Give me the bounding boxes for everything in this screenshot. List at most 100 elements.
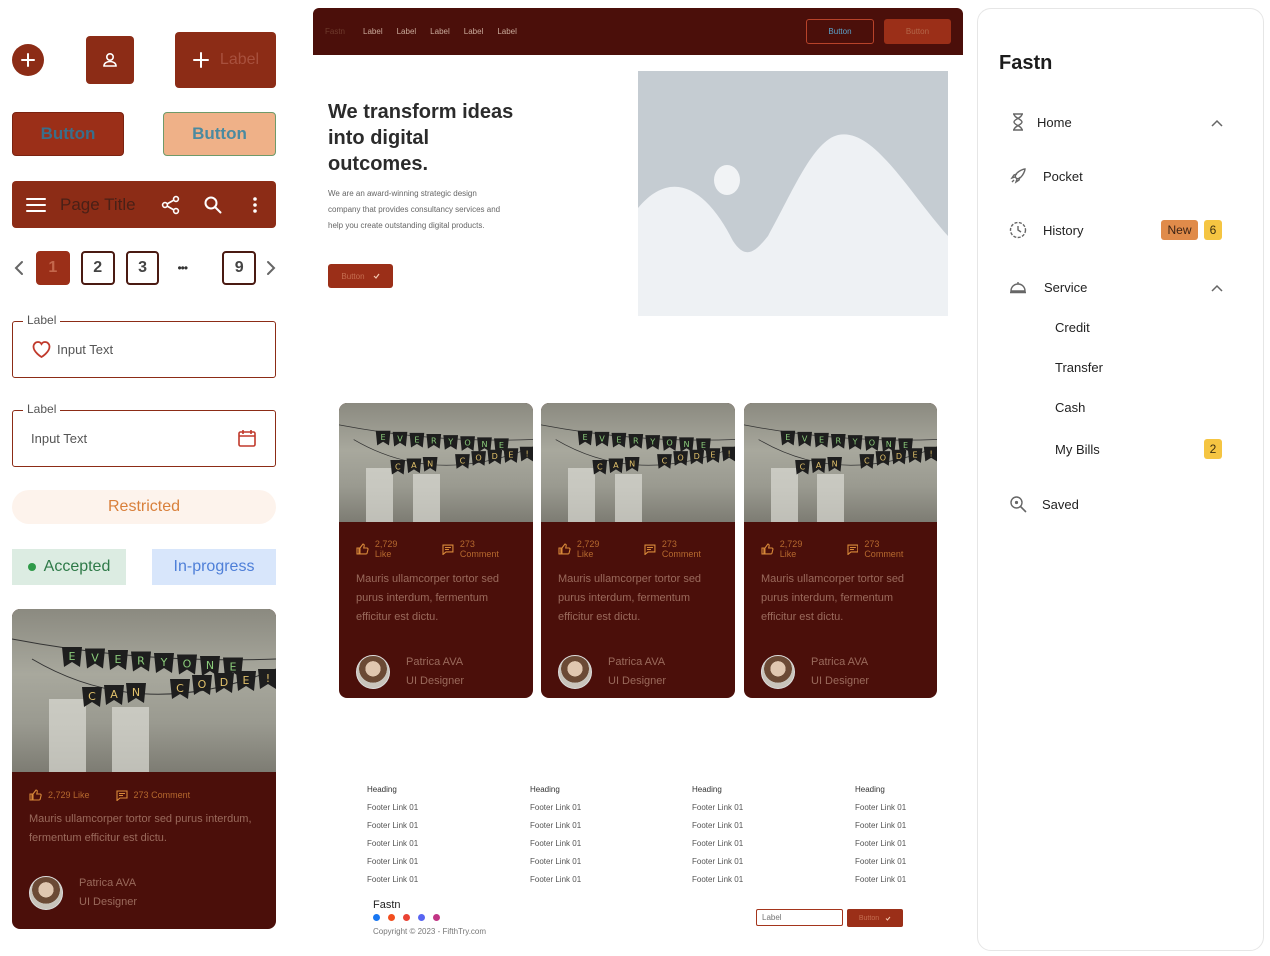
footer-link[interactable]: Footer Link 01 xyxy=(530,857,581,866)
menu-icon[interactable] xyxy=(26,197,46,213)
svg-text:E: E xyxy=(414,435,419,444)
sidebar-item-service[interactable]: Service xyxy=(978,275,1263,299)
footer-link[interactable]: Footer Link 01 xyxy=(855,839,906,848)
plus-icon xyxy=(21,53,35,67)
newsletter-button[interactable]: Button xyxy=(847,909,903,927)
footer-link[interactable]: Footer Link 01 xyxy=(367,875,418,884)
blog-card[interactable]: E V E R Y O N E C A N C O D E! 2,729 Like 273 Comment … xyxy=(12,609,276,929)
page-button-2[interactable]: 2 xyxy=(80,251,115,285)
footer-link[interactable]: Footer Link 01 xyxy=(367,839,418,848)
nav-filled-button[interactable]: Button xyxy=(884,19,951,44)
hero-button[interactable]: Button xyxy=(328,264,393,288)
page-button-1[interactable]: 1 xyxy=(35,251,70,285)
footer-link[interactable]: Footer Link 01 xyxy=(692,857,743,866)
footer-link[interactable]: Footer Link 01 xyxy=(530,803,581,812)
nav-link[interactable]: Label xyxy=(363,27,383,36)
facebook-icon[interactable] xyxy=(373,914,380,921)
like-count: 2,729 Like xyxy=(48,790,90,800)
svg-text:C: C xyxy=(597,462,603,471)
comment-icon[interactable] xyxy=(644,543,656,555)
svg-text:E: E xyxy=(701,441,706,450)
sidebar-item-label: Service xyxy=(1044,279,1088,295)
dribbble-icon[interactable] xyxy=(433,914,440,921)
footer-link[interactable]: Footer Link 01 xyxy=(855,875,906,884)
blog-card[interactable]: E V E R Y O N E C A N C O D E! 2,729 Like 273 Comment … xyxy=(541,403,735,698)
footer-link[interactable]: Footer Link 01 xyxy=(855,821,906,830)
banner-garland-icon: E V E R Y O N EC A N C O D E! xyxy=(339,424,533,475)
comment-icon[interactable] xyxy=(115,789,128,801)
nav-link[interactable]: Label xyxy=(430,27,450,36)
svg-text:E: E xyxy=(243,674,250,687)
thumbs-up-icon[interactable] xyxy=(356,543,369,555)
footer-link[interactable]: Footer Link 01 xyxy=(367,821,418,830)
search-icon[interactable] xyxy=(202,194,224,216)
page-button-3[interactable]: 3 xyxy=(125,251,160,285)
input-field-date[interactable]: Label Input Text xyxy=(12,402,276,467)
nav-link[interactable]: Label xyxy=(497,27,517,36)
chevron-right-icon[interactable] xyxy=(262,260,280,276)
footer-link[interactable]: Footer Link 01 xyxy=(692,803,743,812)
footer-link[interactable]: Footer Link 01 xyxy=(692,839,743,848)
primary-button[interactable]: Button xyxy=(12,112,124,156)
footer-link[interactable]: Footer Link 01 xyxy=(855,803,906,812)
blog-card[interactable]: E V E R Y O N E C A N C O D E! 2,729 Like 273 Comment … xyxy=(339,403,533,698)
google-icon[interactable] xyxy=(403,914,410,921)
rocket-icon xyxy=(1007,165,1029,187)
author-name: Patrica AVA xyxy=(79,877,137,889)
sidebar-item-label: Transfer xyxy=(1055,359,1103,375)
svg-text:O: O xyxy=(464,439,470,448)
footer-link[interactable]: Footer Link 01 xyxy=(692,821,743,830)
chevron-left-icon[interactable] xyxy=(10,260,28,276)
sidebar-item-history[interactable]: History New 6 xyxy=(978,218,1263,242)
like-count: 2,729 Like xyxy=(779,539,803,559)
sidebar-item-pocket[interactable]: Pocket xyxy=(978,164,1263,188)
footer-link[interactable]: Footer Link 01 xyxy=(530,821,581,830)
sidebar-subitem-mybills[interactable]: My Bills 2 xyxy=(978,437,1263,461)
sidebar-item-saved[interactable]: Saved xyxy=(978,492,1263,516)
footer-link[interactable]: Footer Link 01 xyxy=(855,857,906,866)
figma-icon[interactable] xyxy=(388,914,395,921)
nav-brand[interactable]: Fastn xyxy=(325,27,345,36)
nav-link[interactable]: Label xyxy=(397,27,417,36)
calendar-icon[interactable] xyxy=(237,428,257,448)
svg-text:N: N xyxy=(206,659,214,672)
user-fab-button[interactable] xyxy=(86,36,134,84)
nav-outline-button[interactable]: Button xyxy=(806,19,874,44)
sidebar-item-home[interactable]: Home xyxy=(978,110,1263,134)
plus-icon xyxy=(192,52,209,68)
footer-link[interactable]: Footer Link 01 xyxy=(367,857,418,866)
sidebar-subitem-credit[interactable]: Credit xyxy=(978,315,1263,339)
newsletter-button-label: Button xyxy=(858,914,880,922)
thumbs-up-icon[interactable] xyxy=(29,789,42,801)
author-role: UI Designer xyxy=(608,675,667,687)
more-vert-icon[interactable] xyxy=(244,194,266,216)
share-icon[interactable] xyxy=(160,194,182,216)
chevron-up-icon[interactable] xyxy=(1211,280,1223,295)
like-count: 2,729 Like xyxy=(374,539,398,559)
banner-garland-icon: E V E R Y O N EC A N C O D E! xyxy=(744,424,937,475)
newsletter-input[interactable] xyxy=(756,909,843,926)
footer-link[interactable]: Footer Link 01 xyxy=(530,839,581,848)
page-button-9[interactable]: 9 xyxy=(222,251,257,285)
sidebar-subitem-cash[interactable]: Cash xyxy=(978,395,1263,419)
input-field-favorite[interactable]: Label Input Text xyxy=(12,313,276,378)
chevron-up-icon[interactable] xyxy=(1211,115,1223,130)
sidebar-subitem-transfer[interactable]: Transfer xyxy=(978,355,1263,379)
discord-icon[interactable] xyxy=(418,914,425,921)
thumbs-up-icon[interactable] xyxy=(558,543,571,555)
extended-fab-button[interactable]: Label xyxy=(175,32,276,88)
svg-text:E: E xyxy=(710,451,715,460)
footer-link[interactable]: Footer Link 01 xyxy=(692,875,743,884)
sidebar-item-label: My Bills xyxy=(1055,441,1100,457)
nav-link[interactable]: Label xyxy=(464,27,484,36)
comment-count: 273 Comment xyxy=(661,539,701,559)
footer-link[interactable]: Footer Link 01 xyxy=(367,803,418,812)
svg-text:A: A xyxy=(613,461,619,470)
comment-icon[interactable] xyxy=(846,544,859,555)
comment-icon[interactable] xyxy=(442,543,454,555)
thumbs-up-icon[interactable] xyxy=(761,543,774,555)
blog-card[interactable]: E V E R Y O N E C A N C O D E! 2,729 Like 273 Comment … xyxy=(744,403,937,698)
secondary-button[interactable]: Button xyxy=(163,112,276,156)
footer-link[interactable]: Footer Link 01 xyxy=(530,875,581,884)
add-fab-button[interactable] xyxy=(12,44,44,76)
